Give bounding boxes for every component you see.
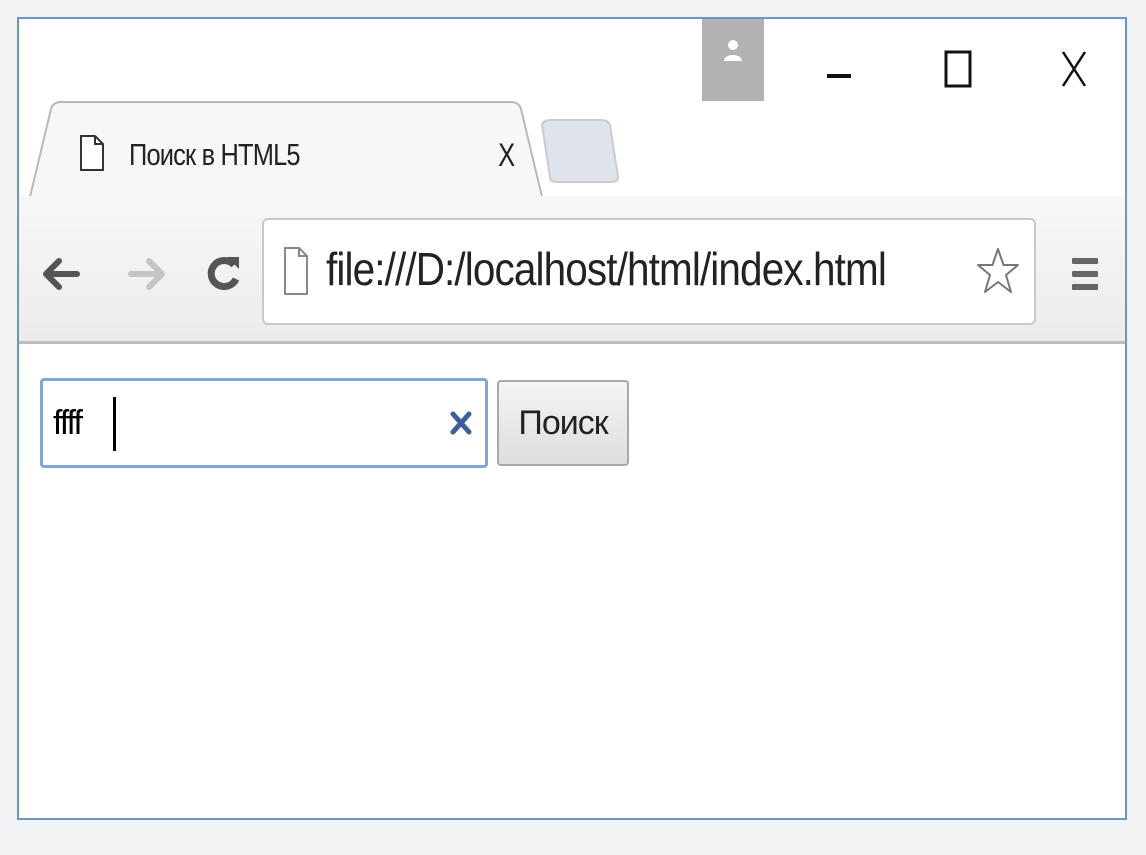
browser-window: Поиск в HTML5 X file:///D:/localhost/htm… xyxy=(17,17,1127,820)
search-input[interactable] xyxy=(53,391,423,455)
maximize-button[interactable] xyxy=(924,39,994,99)
browser-toolbar: file:///D:/localhost/html/index.html xyxy=(19,196,1125,344)
window-close-button[interactable] xyxy=(1039,39,1109,99)
tab-close-button[interactable]: X xyxy=(489,135,525,175)
tab-active[interactable]: Поиск в HTML5 X xyxy=(29,101,549,201)
document-icon xyxy=(80,135,104,171)
search-field[interactable] xyxy=(40,378,488,468)
close-icon xyxy=(1061,51,1087,87)
document-icon xyxy=(284,247,308,295)
maximize-icon xyxy=(944,50,972,88)
clear-search-button[interactable] xyxy=(443,405,479,441)
new-tab-button[interactable] xyxy=(538,119,620,183)
reload-button[interactable] xyxy=(195,246,251,302)
search-button[interactable]: Поиск xyxy=(497,380,629,466)
profile-button[interactable] xyxy=(702,19,764,101)
address-url: file:///D:/localhost/html/index.html xyxy=(326,243,887,295)
tab-close-icon: X xyxy=(498,136,516,173)
address-bar[interactable]: file:///D:/localhost/html/index.html xyxy=(262,218,1036,325)
menu-button[interactable] xyxy=(1059,248,1111,300)
minimize-button[interactable] xyxy=(804,39,874,99)
back-button[interactable] xyxy=(33,246,89,302)
clear-x-icon xyxy=(450,411,472,435)
bookmark-star-icon[interactable] xyxy=(976,246,1020,296)
page-content: Поиск xyxy=(19,344,1125,818)
reload-icon xyxy=(207,257,240,291)
person-icon xyxy=(724,40,742,61)
title-bar: Поиск в HTML5 X xyxy=(19,19,1125,201)
forward-arrow-icon xyxy=(128,258,165,290)
text-caret xyxy=(113,397,116,451)
minimize-icon xyxy=(827,74,851,78)
back-arrow-icon xyxy=(43,258,80,290)
new-tab-icon xyxy=(540,119,620,183)
tab-title: Поиск в HTML5 xyxy=(129,137,301,172)
hamburger-menu-icon xyxy=(1072,258,1098,290)
forward-button[interactable] xyxy=(119,246,175,302)
